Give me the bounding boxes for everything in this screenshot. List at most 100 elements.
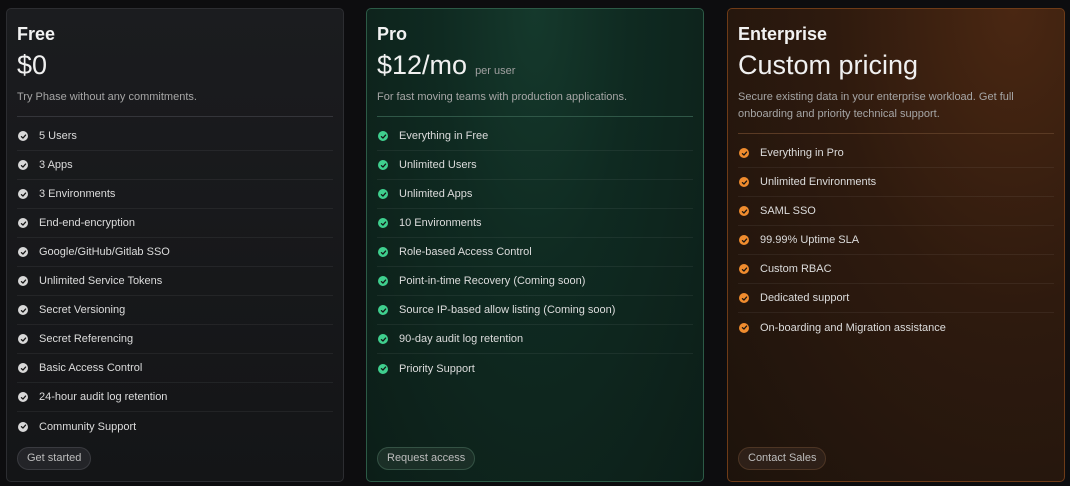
feature-label: Source IP-based allow listing (Coming so… (399, 304, 616, 316)
feature-item: Custom RBAC (738, 255, 1054, 284)
feature-item: SAML SSO (738, 197, 1054, 226)
check-circle-icon (18, 131, 28, 141)
check-circle-icon (18, 421, 28, 432)
check-circle-icon (378, 247, 388, 257)
feature-label: Role-based Access Control (399, 246, 532, 258)
plan-price: $0 (17, 50, 48, 80)
check-circle-icon (18, 305, 28, 315)
feature-label: Google/GitHub/Gitlab SSO (39, 246, 170, 258)
feature-item: 24-hour audit log retention (17, 383, 333, 412)
price-suffix: per user (475, 65, 516, 77)
check-circle-icon (739, 148, 749, 158)
feature-item: 3 Environments (17, 180, 333, 209)
feature-item: Everything in Free (377, 122, 693, 151)
feature-item: Community Support (17, 412, 333, 441)
feature-item: Basic Access Control (17, 354, 333, 383)
price-row: $12/mo per user (377, 49, 693, 83)
feature-item: Source IP-based allow listing (Coming so… (377, 296, 693, 325)
check-circle-icon (18, 218, 28, 228)
check-circle-icon (378, 363, 388, 374)
feature-item: 90-day audit log retention (377, 325, 693, 354)
plan-card-free: Free $0 Try Phase without any commitment… (6, 8, 344, 482)
feature-list: 5 Users 3 Apps 3 Environments End-end-encry… (17, 122, 333, 441)
feature-item: Role-based Access Control (377, 238, 693, 267)
check-circle-icon (378, 218, 388, 228)
check-circle-icon (739, 206, 749, 216)
feature-item: Google/GitHub/Gitlab SSO (17, 238, 333, 267)
check-circle-icon (378, 305, 388, 315)
check-circle-icon (739, 293, 749, 303)
feature-label: Everything in Pro (760, 147, 844, 159)
feature-item: 5 Users (17, 122, 333, 151)
feature-item: Unlimited Environments (738, 168, 1054, 197)
check-circle-icon (18, 189, 28, 199)
check-circle-icon (378, 189, 388, 199)
check-circle-icon (18, 392, 28, 402)
feature-label: Secret Versioning (39, 304, 126, 316)
check-circle-icon (739, 235, 749, 245)
feature-label: 99.99% Uptime SLA (760, 234, 860, 246)
feature-item: Unlimited Apps (377, 180, 693, 209)
divider (17, 116, 333, 117)
check-circle-icon (18, 160, 28, 170)
feature-label: End-end-encryption (39, 217, 136, 229)
plan-name: Free (17, 24, 56, 44)
price-row: Custom pricing (738, 49, 1054, 83)
check-circle-icon (378, 276, 388, 286)
plan-card-enterprise: Enterprise Custom pricing Secure existin… (727, 8, 1065, 482)
feature-label: Everything in Free (399, 130, 489, 142)
feature-item: Unlimited Users (377, 151, 693, 180)
check-circle-icon (18, 276, 28, 286)
plan-name: Pro (377, 24, 408, 44)
feature-item: 10 Environments (377, 209, 693, 238)
feature-label: Community Support (39, 420, 137, 433)
feature-item: Unlimited Service Tokens (17, 267, 333, 296)
feature-label: Unlimited Environments (760, 176, 877, 188)
feature-item: Secret Versioning (17, 296, 333, 325)
plan-description: Try Phase without any commitments. (17, 91, 197, 103)
feature-label: On-boarding and Migration assistance (760, 321, 946, 334)
check-circle-icon (378, 131, 388, 141)
feature-item: 3 Apps (17, 151, 333, 180)
request-access-button[interactable]: Request access (377, 447, 476, 470)
get-started-button[interactable]: Get started (17, 447, 92, 470)
feature-item: On-boarding and Migration assistance (738, 313, 1054, 342)
plan-card-pro: Pro $12/mo per user For fast moving team… (366, 8, 704, 482)
feature-item: Point-in-time Recovery (Coming soon) (377, 267, 693, 296)
feature-label: Unlimited Users (399, 159, 477, 171)
check-circle-icon (18, 247, 28, 257)
plan-price: Custom pricing (738, 50, 919, 80)
feature-list: Everything in Pro Unlimited Environments S… (738, 139, 1054, 342)
check-circle-icon (739, 322, 749, 333)
plan-name: Enterprise (738, 24, 828, 44)
feature-label: 3 Apps (39, 159, 73, 171)
check-circle-icon (739, 177, 749, 187)
feature-label: 3 Environments (39, 188, 116, 200)
feature-item: 99.99% Uptime SLA (738, 226, 1054, 255)
feature-label: 10 Environments (399, 217, 482, 229)
feature-label: Custom RBAC (760, 263, 832, 275)
divider (377, 116, 693, 117)
feature-label: 24-hour audit log retention (39, 391, 168, 403)
feature-label: SAML SSO (760, 205, 816, 217)
check-circle-icon (378, 160, 388, 170)
feature-label: 5 Users (39, 130, 77, 142)
feature-label: Point-in-time Recovery (Coming soon) (399, 275, 586, 287)
price-row: $0 (17, 49, 333, 83)
plan-description: For fast moving teams with production ap… (377, 91, 628, 103)
feature-label: Unlimited Apps (399, 188, 473, 200)
contact-sales-button[interactable]: Contact Sales (738, 447, 827, 470)
feature-item: Secret Referencing (17, 325, 333, 354)
check-circle-icon (378, 334, 388, 344)
feature-label: Basic Access Control (39, 362, 143, 374)
check-circle-icon (739, 264, 749, 274)
check-circle-icon (18, 334, 28, 344)
feature-label: 90-day audit log retention (399, 333, 524, 345)
feature-item: Priority Support (377, 354, 693, 383)
feature-label: Priority Support (399, 362, 475, 375)
check-circle-icon (18, 363, 28, 373)
feature-item: Dedicated support (738, 284, 1054, 313)
feature-item: Everything in Pro (738, 139, 1054, 168)
feature-item: End-end-encryption (17, 209, 333, 238)
feature-label: Unlimited Service Tokens (39, 275, 163, 287)
